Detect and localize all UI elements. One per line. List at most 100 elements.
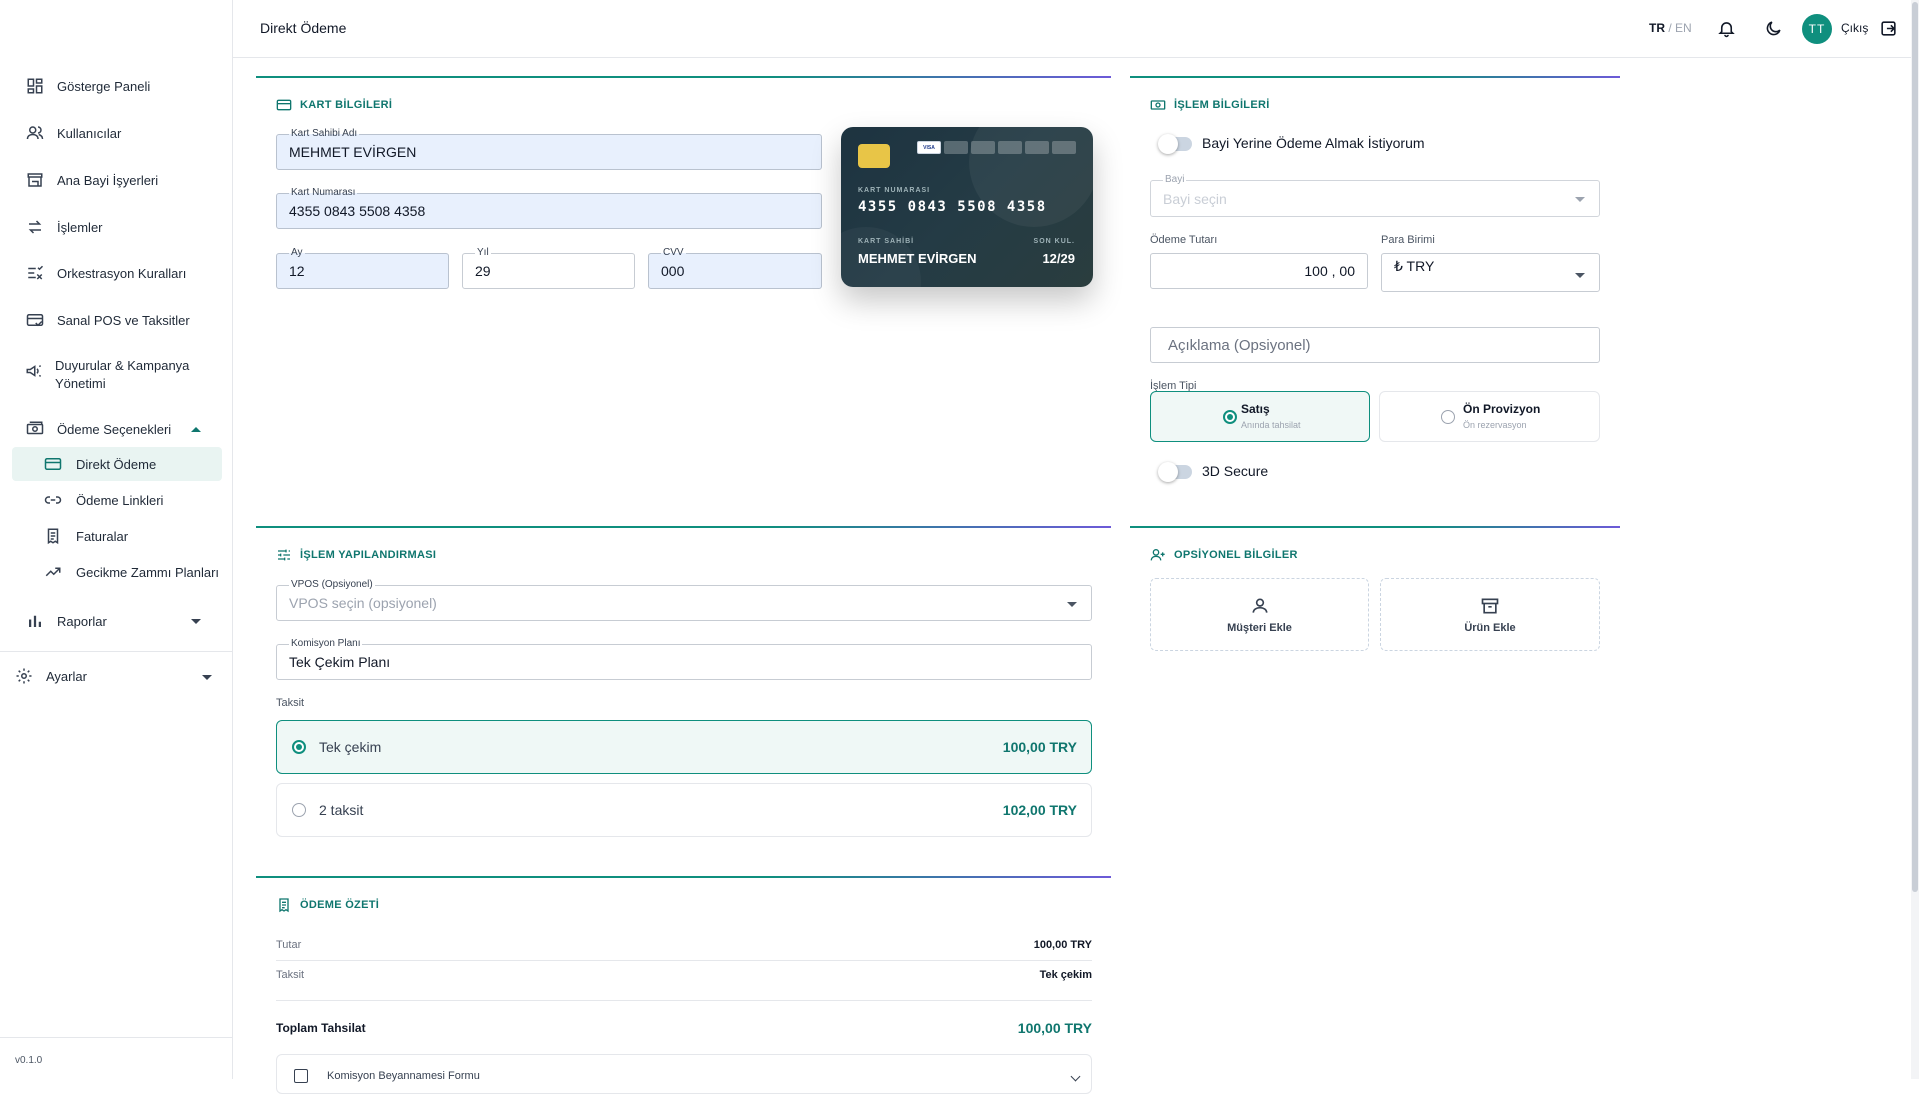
radio-unselected[interactable] [292, 803, 306, 817]
vpos-select[interactable]: VPOS (Opsiyonel) VPOS seçin (opsiyonel) [276, 579, 1092, 621]
page-scrollbar[interactable] [1911, 0, 1919, 1079]
swap-icon [25, 217, 45, 237]
sidebar-item-reports[interactable]: Raporlar [25, 611, 107, 631]
field-label: Kart Numarası [289, 187, 358, 199]
add-customer-label: Müşteri Ekle [1227, 621, 1292, 634]
bar-chart-icon [25, 611, 45, 631]
add-customer-button[interactable]: Müşteri Ekle [1150, 578, 1369, 651]
installment-amount: 100,00 TRY [1002, 739, 1077, 755]
summary-value: 100,00 TRY [1033, 939, 1092, 951]
config-title: İŞLEM YAPILANDIRMASI [276, 547, 436, 563]
installment-label: 2 taksit [319, 802, 364, 818]
card-preview-expiry: 12/29 [1042, 251, 1075, 266]
expiry-month-field[interactable]: Ay 12 [276, 247, 449, 289]
cvv-field[interactable]: CVV 000 [648, 247, 822, 289]
sidebar-item-users[interactable]: Kullanıcılar [25, 123, 121, 143]
topbar: Direkt Ödeme TR / EN TT Çıkış [233, 0, 1919, 58]
description-input[interactable]: Açıklama (Opsiyonel) [1150, 327, 1600, 363]
mastercard-logo-icon [944, 141, 968, 154]
chevron-down-icon[interactable] [202, 675, 212, 680]
add-product-button[interactable]: Ürün Ekle [1380, 578, 1600, 651]
amount-input[interactable]: 100 , 00 [1150, 253, 1368, 289]
logout-button[interactable]: Çıkış [1841, 21, 1868, 35]
card-brand-icon [1052, 141, 1076, 154]
panel-title-text: OPSİYONEL BİLGİLER [1174, 549, 1298, 561]
card-number-field[interactable]: Kart Numarası 4355 0843 5508 4358 [276, 187, 822, 229]
field-placeholder: VPOS seçin (opsiyonel) [289, 595, 437, 611]
card-holder-field[interactable]: Kart Sahibi Adı MEHMET EVİRGEN [276, 128, 822, 170]
scrollbar-thumb[interactable] [1912, 2, 1918, 892]
type-preauth-option[interactable]: Ön Provizyon Ön rezervasyon [1379, 391, 1600, 442]
radio-unselected[interactable] [1441, 410, 1455, 424]
sidebar-subitem-payment-links[interactable]: Ödeme Linkleri [12, 483, 222, 517]
sidebar-item-dealers[interactable]: Ana Bayi İşyerleri [25, 170, 158, 190]
sidebar-item-label: İşlemler [57, 219, 103, 235]
installment-option[interactable]: Tek çekim 100,00 TRY [276, 720, 1092, 774]
sidebar-item-label: Sanal POS ve Taksitler [57, 312, 190, 328]
installment-amount: 102,00 TRY [1002, 802, 1077, 818]
summary-title: ÖDEME ÖZETİ [276, 897, 379, 913]
sidebar-subitem-direct-payment[interactable]: Direkt Ödeme [12, 447, 222, 481]
sidebar-item-orchestration[interactable]: Orkestrasyon Kuralları [25, 263, 186, 283]
lang-tr[interactable]: TR [1649, 21, 1665, 35]
sidebar-divider [0, 651, 233, 652]
logout-label: Çıkış [1841, 21, 1869, 35]
chevron-down-icon[interactable] [191, 619, 201, 624]
expiry-year-field[interactable]: Yıl 29 [462, 247, 635, 289]
sidebar-subitem-label: Faturalar [76, 528, 129, 544]
field-label: CVV [661, 247, 686, 259]
currency-select[interactable]: ₺ TRY [1381, 253, 1600, 292]
field-placeholder: Açıklama (Opsiyonel) [1168, 337, 1311, 354]
lang-separator: / [1665, 21, 1676, 35]
moon-icon[interactable] [1762, 17, 1784, 39]
commission-form-accordion[interactable]: Komisyon Beyannamesi Formu [276, 1054, 1092, 1094]
amex-logo-icon [971, 141, 995, 154]
field-value: 4355 0843 5508 4358 [289, 203, 426, 219]
field-value: 12 [289, 263, 305, 279]
sidebar-item-announcements[interactable]: Duyurular & Kampanya Yönetimi [25, 357, 215, 393]
summary-row: Taksit Tek çekim [276, 961, 1092, 991]
bell-icon[interactable] [1715, 17, 1737, 39]
chevron-up-icon[interactable] [191, 427, 201, 432]
sidebar-item-vpos[interactable]: Sanal POS ve Taksitler [25, 310, 190, 330]
sidebar-item-transactions[interactable]: İşlemler [25, 217, 103, 237]
language-switcher[interactable]: TR / EN [1649, 21, 1692, 35]
radio-selected[interactable] [1223, 410, 1237, 424]
receipt-icon [279, 898, 289, 913]
3d-secure-toggle[interactable] [1158, 462, 1192, 482]
sidebar-item-label: Duyurular & Kampanya Yönetimi [55, 358, 190, 391]
dealer-payment-toggle[interactable] [1158, 134, 1192, 154]
panel-title-text: ÖDEME ÖZETİ [300, 899, 380, 911]
app-version: v0.1.0 [15, 1055, 43, 1066]
sidebar-item-payment-options[interactable]: Ödeme Seçenekleri [25, 419, 171, 439]
transaction-info-title: İŞLEM BİLGİLERİ [1150, 97, 1270, 113]
gear-icon [14, 666, 34, 686]
sidebar-subitem-late-fee-plans[interactable]: Gecikme Zammı Planları [12, 555, 222, 589]
chevron-down-icon[interactable] [1070, 1071, 1081, 1082]
dealer-select[interactable]: Bayi Bayi seçin [1150, 174, 1600, 217]
logout-icon[interactable] [1877, 17, 1899, 39]
field-label: Bayi [1163, 174, 1187, 186]
type-sale-option[interactable]: Satış Anında tahsilat [1150, 391, 1370, 442]
field-label: Komisyon Planı [289, 638, 363, 650]
dashboard-icon [25, 76, 45, 96]
link-icon [43, 490, 63, 510]
avatar[interactable]: TT [1802, 14, 1832, 44]
commission-plan-field[interactable]: Komisyon Planı Tek Çekim Planı [276, 638, 1092, 680]
lang-en[interactable]: EN [1675, 21, 1692, 35]
sidebar-subitem-invoices[interactable]: Faturalar [12, 519, 222, 553]
sidebar-item-dashboard[interactable]: Gösterge Paneli [25, 76, 150, 96]
option-subtitle: Anında tahsilat [1241, 420, 1301, 430]
panel-title-text: KART BİLGİLERİ [300, 99, 393, 111]
sidebar-item-label: Gösterge Paneli [57, 78, 151, 94]
add-product-label: Ürün Ekle [1464, 621, 1516, 634]
installment-option[interactable]: 2 taksit 102,00 TRY [276, 783, 1092, 837]
person-icon [1252, 598, 1267, 613]
field-label: VPOS (Opsiyonel) [289, 579, 375, 591]
commission-form-checkbox[interactable] [294, 1069, 308, 1083]
sidebar-item-label: Orkestrasyon Kuralları [57, 265, 187, 281]
chevron-down-icon [1575, 273, 1585, 278]
radio-selected[interactable] [292, 740, 306, 754]
trend-icon [43, 562, 63, 582]
sidebar-item-settings[interactable]: Ayarlar [14, 666, 87, 686]
